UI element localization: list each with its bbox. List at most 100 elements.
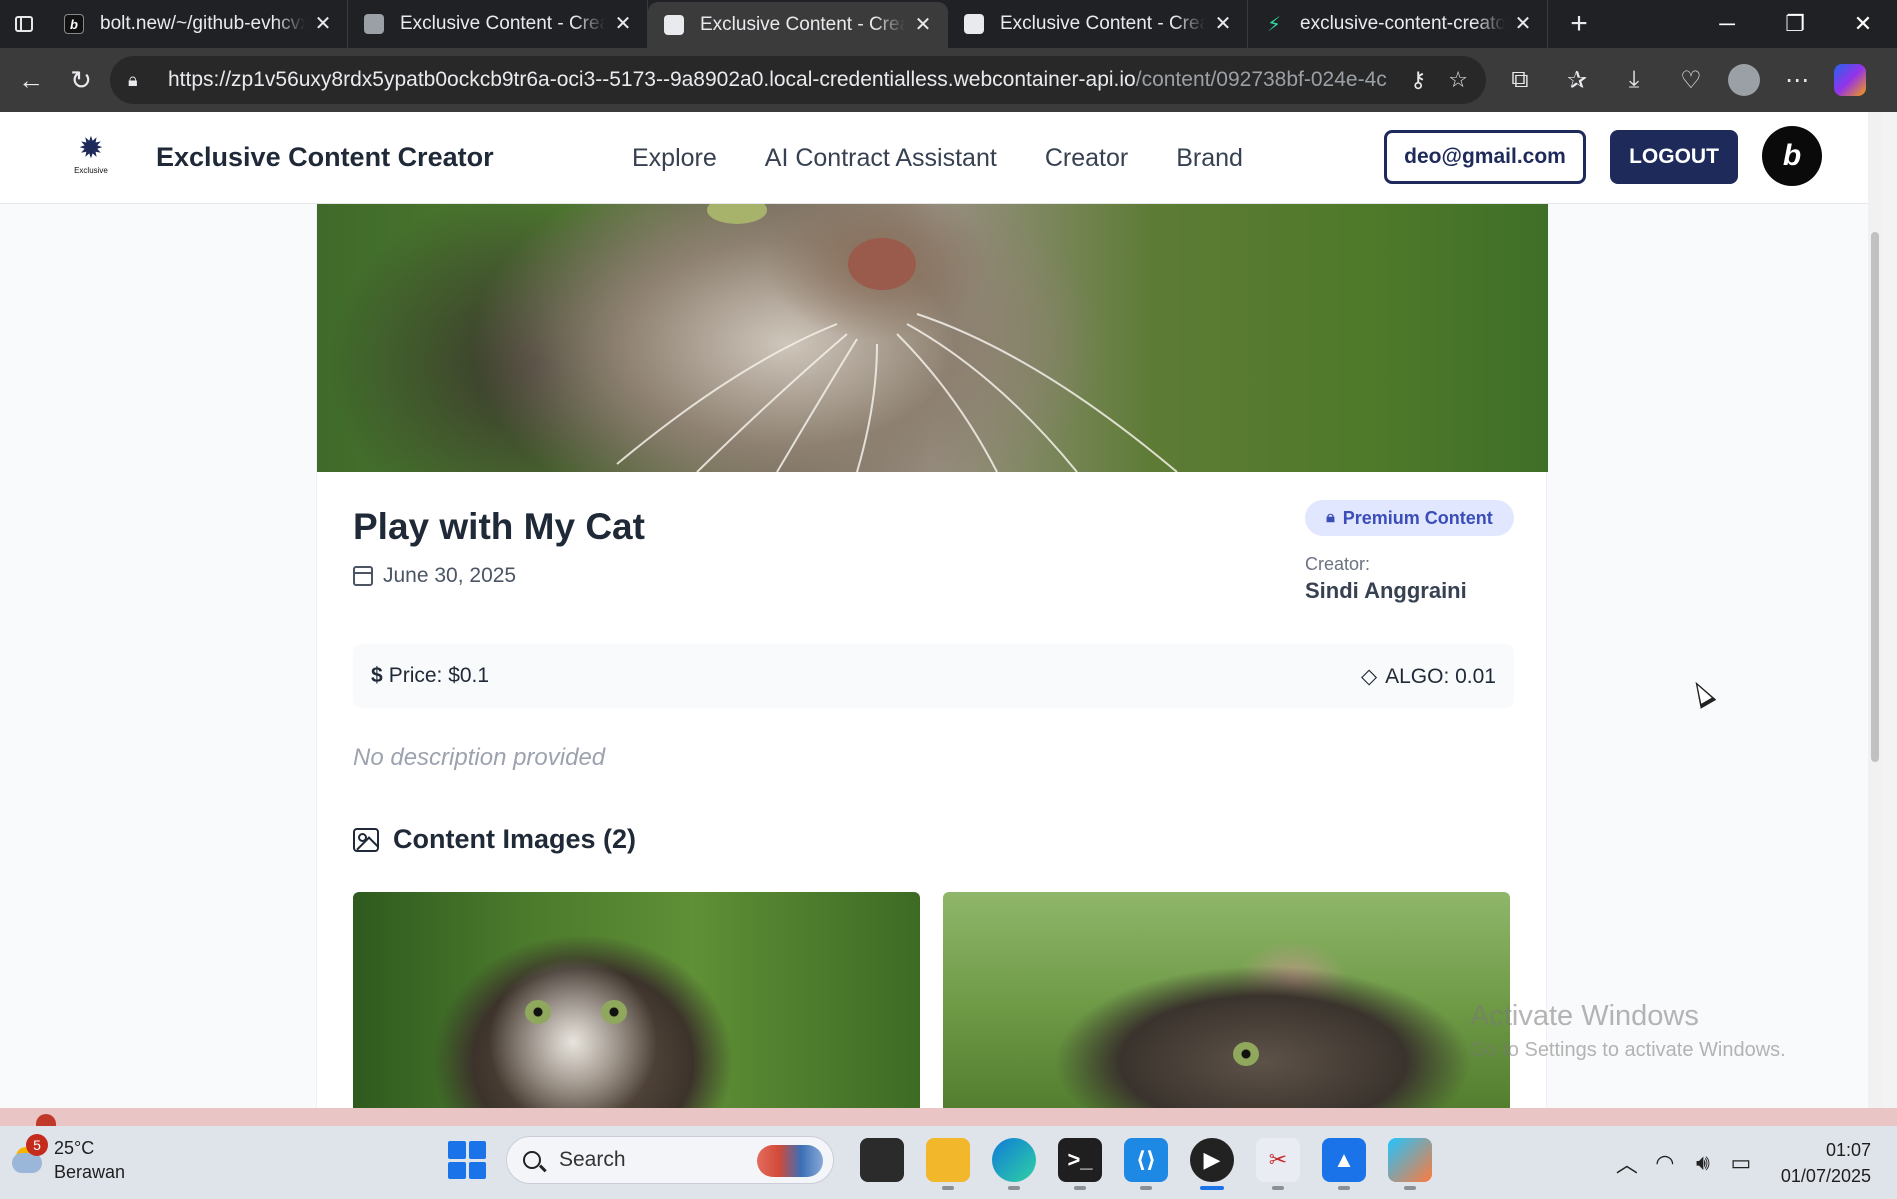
edge-browser-icon[interactable] (992, 1138, 1036, 1190)
logout-button[interactable]: LOGOUT (1610, 130, 1738, 184)
weather-badge: 5 (26, 1134, 48, 1156)
bolt-green-icon: ⚡ (1266, 13, 1282, 36)
profile-icon[interactable] (1728, 64, 1760, 96)
date-row: June 30, 2025 (353, 564, 516, 588)
photos-icon[interactable]: ▲ (1322, 1138, 1366, 1190)
site-info-icon[interactable]: 🔒︎ (128, 70, 152, 91)
clock-date: 01/07/2025 (1780, 1165, 1871, 1186)
address-bar[interactable]: 🔒︎ https://zp1v56uxy8rdx5ypatb0ockcb9tr6… (110, 56, 1486, 104)
browser-tab-5[interactable]: ⚡ exclusive-content-creator ✕ (1248, 0, 1548, 48)
clock[interactable]: 01:07 01/07/2025 (1781, 1137, 1871, 1189)
pinned-apps: >_ ⟨⟩ ▶ ✂ ▲ (860, 1138, 1454, 1190)
browser-tab-strip: b bolt.new/~/github-evhcvx ✕ Exclusive C… (0, 0, 1897, 48)
browser-tab-4[interactable]: Exclusive Content - Creator ✕ (948, 0, 1248, 48)
content-images-heading: Content Images (2) (353, 824, 636, 855)
close-tab-icon[interactable]: ✕ (1513, 14, 1533, 34)
bolt-badge[interactable]: b (1762, 126, 1822, 186)
terminal-icon[interactable]: >_ (1058, 1138, 1102, 1190)
brand-title[interactable]: Exclusive Content Creator (156, 142, 494, 173)
windows-taskbar: 5 25°C Berawan Search >_ ⟨⟩ ▶ ✂ ▲ ︿ ◠ 🔊︎… (0, 1126, 1897, 1199)
main-nav: Explore AI Contract Assistant Creator Br… (632, 144, 1291, 173)
nav-creator[interactable]: Creator (1045, 144, 1128, 173)
close-tab-icon[interactable]: ✕ (1213, 14, 1233, 34)
back-icon[interactable]: ← (10, 59, 52, 101)
restore-icon[interactable]: ❐ (1761, 0, 1829, 48)
close-window-icon[interactable]: ✕ (1829, 0, 1897, 48)
close-tab-icon[interactable]: ✕ (913, 15, 933, 35)
page-icon (664, 15, 684, 35)
browser-essentials-icon[interactable]: ♡ (1671, 60, 1711, 100)
diamond-icon: ◇ (1360, 665, 1378, 688)
images-heading-text: Content Images (2) (393, 824, 637, 854)
browser-tab-3-active[interactable]: Exclusive Content - Creator ✕ (648, 2, 948, 48)
price-label: Price: $0.1 (388, 664, 490, 687)
snipping-tool-icon[interactable]: ✂ (1256, 1138, 1300, 1190)
hero-cat-image (317, 204, 1548, 472)
system-tray: ︿ ◠ 🔊︎ ▭ 01:07 01/07/2025 (1609, 1126, 1897, 1199)
wifi-icon[interactable]: ◠ (1647, 1145, 1683, 1181)
extensions-icon[interactable]: ⧉ (1500, 60, 1540, 100)
copilot-icon[interactable] (1834, 64, 1866, 96)
new-tab-button[interactable]: + (1556, 1, 1602, 47)
battery-icon[interactable]: ▭ (1723, 1145, 1759, 1181)
nav-brand[interactable]: Brand (1176, 144, 1243, 173)
publish-date: June 30, 2025 (383, 564, 517, 587)
mouse-cursor-icon (1687, 677, 1717, 709)
nav-explore[interactable]: Explore (632, 144, 717, 173)
clock-time: 01:07 (1825, 1139, 1871, 1160)
tab-title: Exclusive Content - Creator (1000, 13, 1205, 34)
algo-label: ALGO: 0.01 (1385, 665, 1496, 688)
favorite-star-icon[interactable]: ☆ (1448, 67, 1468, 93)
search-icon (523, 1151, 541, 1169)
logo-word: Exclusive (74, 166, 108, 175)
content-card: Play with My Cat June 30, 2025 🔒︎ Premiu… (316, 204, 1548, 1108)
watermark-title: Activate Windows (1470, 1000, 1699, 1032)
task-view-icon[interactable] (860, 1138, 904, 1182)
content-image-1[interactable] (353, 892, 920, 1108)
volume-icon[interactable]: 🔊︎ (1685, 1145, 1721, 1181)
scrollbar-thumb[interactable] (1871, 232, 1879, 762)
browser-tab-2[interactable]: Exclusive Content - Creator ✕ (348, 0, 648, 48)
dollar-icon: $ (371, 664, 383, 687)
price: $ Price: $0.1 (371, 664, 489, 688)
file-explorer-icon[interactable] (926, 1138, 970, 1190)
watermark-subtitle: Go to Settings to activate Windows. (1470, 1039, 1786, 1061)
cat-eye-graphic (601, 1000, 627, 1024)
paint-icon[interactable] (1388, 1138, 1432, 1190)
minimize-icon[interactable]: ─ (1693, 0, 1761, 48)
close-tab-icon[interactable]: ✕ (313, 14, 333, 34)
tab-actions-icon[interactable] (0, 0, 48, 48)
tab-title: exclusive-content-creator (1300, 13, 1505, 34)
cat-eye-graphic (1233, 1042, 1259, 1066)
bolt-icon: b (64, 14, 84, 34)
content-image-2[interactable] (943, 892, 1510, 1108)
notification-dot (36, 1114, 56, 1126)
media-player-icon[interactable]: ▶ (1190, 1138, 1234, 1190)
browser-tab-1[interactable]: b bolt.new/~/github-evhcvx ✕ (48, 0, 348, 48)
app-logo[interactable]: ✹ Exclusive (70, 134, 112, 184)
user-email-button[interactable]: deo@gmail.com (1384, 130, 1586, 184)
taskbar-search[interactable]: Search (506, 1136, 834, 1184)
nav-ai-contract-assistant[interactable]: AI Contract Assistant (765, 144, 997, 173)
password-key-icon[interactable]: ⚷ (1410, 67, 1426, 93)
windows-start-icon[interactable] (448, 1141, 486, 1179)
close-tab-icon[interactable]: ✕ (613, 14, 633, 34)
vscode-icon[interactable]: ⟨⟩ (1124, 1138, 1168, 1190)
weather-widget[interactable]: 5 25°C Berawan (8, 1134, 126, 1184)
page-icon (364, 14, 384, 34)
downloads-icon[interactable]: ⤓ (1614, 60, 1654, 100)
premium-label: Premium Content (1342, 507, 1493, 528)
page-icon (964, 14, 984, 34)
favorites-icon[interactable]: ✰ (1557, 60, 1597, 100)
weather-description: Berawan (54, 1162, 126, 1182)
lock-icon: 🔒︎ (1326, 509, 1335, 526)
reload-icon[interactable]: ↻ (60, 59, 102, 101)
whiskers-graphic (616, 204, 1178, 472)
description: No description provided (353, 744, 606, 771)
page-scrollbar[interactable] (1868, 112, 1882, 1108)
content-title: Play with My Cat (353, 506, 645, 547)
taskbar-center: Search >_ ⟨⟩ ▶ ✂ ▲ (448, 1136, 1454, 1190)
more-options-icon[interactable]: ⋯ (1777, 60, 1817, 100)
url-text[interactable]: https://zp1v56uxy8rdx5ypatb0ockcb9tr6a-o… (168, 68, 1388, 92)
chevron-up-icon[interactable]: ︿ (1609, 1145, 1645, 1181)
